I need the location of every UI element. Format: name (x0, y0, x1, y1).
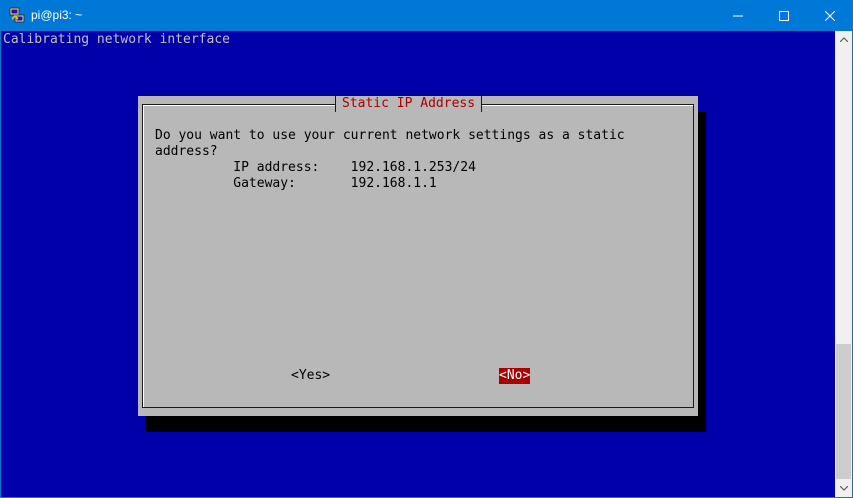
no-button[interactable]: <No> (499, 368, 531, 384)
minimize-icon (733, 15, 743, 16)
close-button[interactable] (807, 0, 853, 31)
ip-address-line: IP address: 192.168.1.253/24 (155, 160, 476, 175)
scroll-down-button[interactable] (835, 480, 852, 497)
gateway-line: Gateway: 192.168.1.1 (155, 176, 437, 191)
terminal-area[interactable]: Calibrating network interface Static IP … (1, 31, 835, 497)
maximize-icon (779, 10, 789, 21)
window-title: pi@pi3: ~ (31, 8, 83, 22)
dialog-title: Static IP Address (335, 96, 483, 112)
putty-icon[interactable] (9, 7, 25, 23)
dialog-body: Do you want to use your current network … (155, 128, 625, 192)
scroll-thumb[interactable] (836, 344, 851, 479)
chevron-up-icon (839, 37, 848, 42)
close-icon (825, 10, 835, 21)
scroll-up-button[interactable] (835, 31, 852, 48)
dialog-question: Do you want to use your current network … (155, 128, 625, 143)
status-line: Calibrating network interface (3, 32, 230, 47)
terminal-window: pi@pi3: ~ Calibrating network interface … (0, 0, 853, 498)
title-bar[interactable]: pi@pi3: ~ (0, 0, 853, 31)
chevron-down-icon (839, 486, 848, 491)
yes-button[interactable]: <Yes> (291, 368, 330, 384)
minimize-button[interactable] (715, 0, 761, 31)
dialog-question-cont: address? (155, 144, 218, 159)
vertical-scrollbar[interactable] (835, 31, 852, 497)
static-ip-dialog: Static IP Address Do you want to use you… (138, 96, 698, 416)
maximize-button[interactable] (761, 0, 807, 31)
